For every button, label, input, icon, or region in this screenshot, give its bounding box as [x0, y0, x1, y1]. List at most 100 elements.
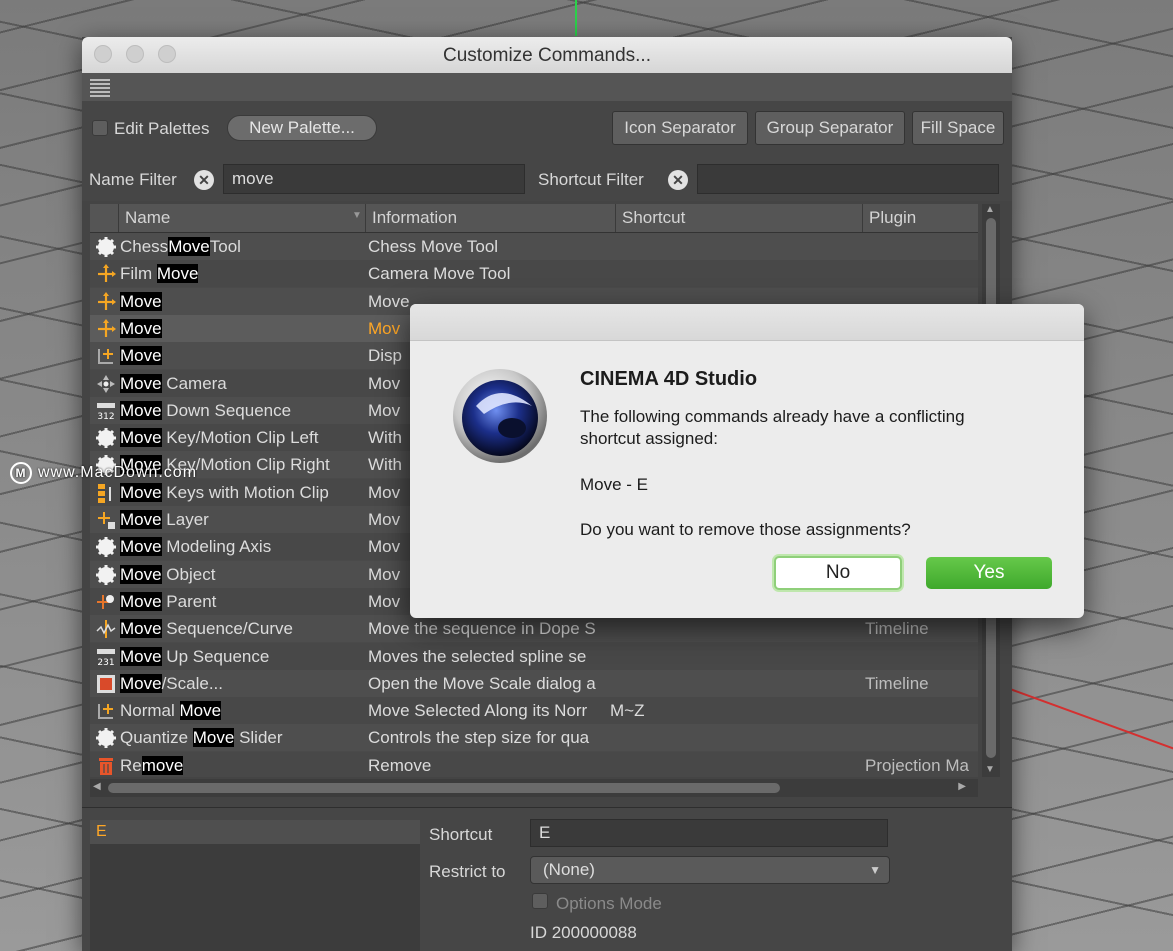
- table-row[interactable]: Move/Scale... Open the Move Scale dialog …: [90, 669, 978, 697]
- shortcut-filter-input[interactable]: [697, 164, 999, 194]
- edit-palettes-checkbox[interactable]: [92, 120, 108, 136]
- filter-match-highlight: Move: [120, 510, 162, 529]
- move-parent-icon: [96, 592, 116, 612]
- column-header-information[interactable]: Information: [365, 204, 615, 232]
- command-shortcut: [618, 260, 858, 287]
- filter-match-highlight: Move: [120, 673, 162, 693]
- command-information: Moves the selected spline se: [368, 646, 587, 666]
- yes-button[interactable]: Yes: [926, 557, 1052, 589]
- x-axis-line: [1009, 688, 1173, 752]
- move-corner-icon: [96, 701, 116, 721]
- filter-match-highlight: Move: [156, 264, 199, 284]
- camera-move-icon: [96, 374, 116, 394]
- table-row[interactable]: Move Sequence/Curve Move the sequence in …: [90, 615, 978, 643]
- shortcut-editor-panel: E Shortcut E Restrict to (None) ▼ Option…: [82, 807, 1012, 951]
- filter-bar: Name Filter ✕ move Shortcut Filter ✕: [82, 157, 1012, 201]
- no-button[interactable]: No: [774, 556, 902, 590]
- filter-match-highlight: Move: [120, 346, 162, 366]
- options-mode-checkbox[interactable]: [532, 893, 548, 909]
- table-row[interactable]: Film Move Camera Move Tool: [90, 260, 978, 288]
- command-information: Open the Move Scale dialog a: [368, 673, 596, 693]
- command-name: Move/Scale...: [120, 670, 360, 697]
- command-shortcut: [618, 615, 858, 642]
- command-name: Move Layer: [120, 506, 360, 533]
- command-plugin: [865, 643, 978, 670]
- dialog-question: Do you want to remove those assignments?: [580, 520, 911, 539]
- name-filter-label: Name Filter: [89, 170, 177, 189]
- column-header-name[interactable]: Name: [118, 204, 365, 232]
- sequence-down-icon: 312: [96, 401, 116, 422]
- filter-match-highlight: Move: [120, 400, 162, 420]
- filter-match-highlight: Move: [120, 646, 162, 666]
- command-name-part: Chess: [120, 237, 169, 256]
- table-row[interactable]: 231 Move Up Sequence Moves the selected sp…: [90, 642, 978, 670]
- filter-match-highlight: Move: [120, 564, 162, 584]
- trash-icon: [96, 756, 116, 776]
- clear-name-filter-icon[interactable]: ✕: [194, 170, 214, 190]
- horizontal-scroll-thumb[interactable]: [108, 783, 780, 793]
- command-shortcut: [618, 670, 858, 697]
- gear-icon: [96, 537, 116, 558]
- filter-match-highlight: move: [141, 755, 184, 775]
- command-name: Move Key/Motion Clip Left: [120, 424, 360, 451]
- clear-shortcut-filter-icon[interactable]: ✕: [668, 170, 688, 190]
- scroll-down-icon[interactable]: ▼: [985, 764, 995, 775]
- command-plugin: [865, 260, 978, 287]
- dialog-message-line-2: shortcut assigned:: [580, 429, 718, 448]
- scroll-right-icon[interactable]: ▶: [958, 781, 966, 792]
- command-name-part: Sequence/Curve: [161, 619, 293, 639]
- watermark: M www.MacDown.com: [10, 462, 197, 484]
- sequence-up-icon: 231: [96, 647, 116, 668]
- window-titlebar[interactable]: Customize Commands...: [82, 37, 1012, 73]
- restrict-to-select[interactable]: (None) ▼: [530, 856, 890, 884]
- grip-icon[interactable]: [90, 77, 110, 97]
- move-scale-icon: [96, 674, 116, 694]
- command-name-part: Quantize: [120, 728, 193, 748]
- horizontal-scrollbar[interactable]: ◀ ▶: [90, 779, 978, 797]
- icon-separator-button[interactable]: Icon Separator: [612, 111, 748, 145]
- column-header-shortcut[interactable]: Shortcut: [615, 204, 862, 232]
- gear-icon: [96, 564, 116, 585]
- command-name: Normal Move: [120, 697, 360, 724]
- move-corner-icon: [96, 346, 116, 366]
- command-name-part: Down Sequence: [161, 400, 292, 420]
- group-separator-button[interactable]: Group Separator: [755, 111, 905, 145]
- filter-match-highlight: Move: [120, 291, 162, 311]
- options-mode-label: Options Mode: [556, 894, 662, 913]
- table-header: Name ▼ Information Shortcut Plugin: [90, 204, 978, 233]
- fill-space-button[interactable]: Fill Space: [912, 111, 1004, 145]
- sort-descending-icon[interactable]: ▼: [352, 210, 362, 221]
- svg-text:312: 312: [97, 412, 114, 421]
- filter-match-highlight: Move: [192, 728, 235, 748]
- new-palette-button[interactable]: New Palette...: [227, 115, 377, 141]
- command-name: ChessMoveTool: [120, 233, 360, 260]
- scroll-left-icon[interactable]: ◀: [93, 781, 101, 792]
- filter-match-highlight: Move: [120, 591, 162, 611]
- command-plugin: [865, 697, 978, 724]
- watermark-logo-icon: M: [10, 462, 32, 484]
- command-name: Move Parent: [120, 588, 360, 615]
- filter-match-highlight: Move: [168, 237, 210, 256]
- column-header-plugin[interactable]: Plugin: [862, 204, 978, 232]
- filter-match-highlight: Move: [179, 701, 222, 721]
- shortcut-input[interactable]: E: [530, 819, 888, 847]
- table-row[interactable]: Remove Remove Projection Ma: [90, 751, 978, 777]
- table-row[interactable]: Normal Move Move Selected Along its Norr M…: [90, 697, 978, 725]
- gear-icon: [96, 728, 116, 749]
- name-filter-input[interactable]: move: [223, 164, 525, 194]
- command-shortcut: [618, 233, 858, 260]
- shortcut-filter-label: Shortcut Filter: [538, 170, 644, 189]
- command-name-part: Keys with Motion Clip: [161, 482, 329, 502]
- command-name: Move Down Sequence: [120, 397, 360, 424]
- table-row[interactable]: Quantize Move Slider Controls the step si…: [90, 724, 978, 752]
- command-name: Move Object: [120, 561, 360, 588]
- table-row[interactable]: ChessMoveTool Chess Move Tool: [90, 233, 978, 260]
- command-plugin: Timeline: [865, 673, 929, 693]
- scroll-up-icon[interactable]: ▲: [985, 204, 995, 215]
- filter-match-highlight: Move: [120, 428, 162, 448]
- dialog-conflict-item: Move - E: [580, 475, 649, 494]
- command-name-part: Camera: [161, 373, 227, 393]
- chevron-down-icon: ▼: [869, 863, 881, 877]
- dialog-title: CINEMA 4D Studio: [580, 368, 758, 390]
- key-list-item[interactable]: E: [90, 820, 420, 844]
